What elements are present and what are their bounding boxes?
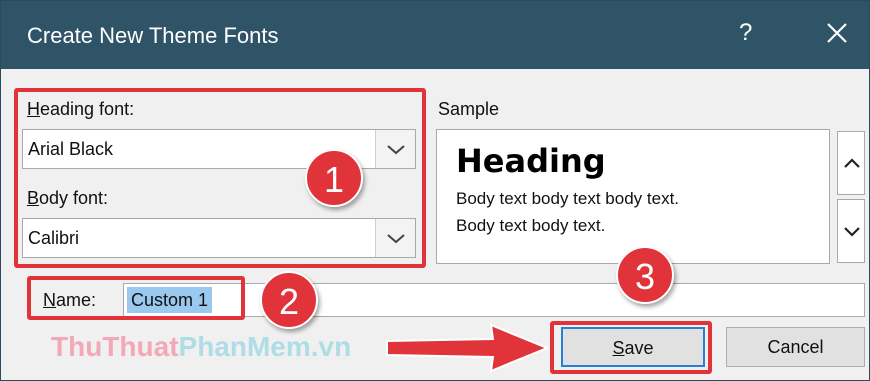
close-icon bbox=[827, 23, 847, 43]
chevron-down-icon bbox=[844, 227, 860, 237]
arrow-right-icon bbox=[386, 323, 550, 373]
fonts-highlight-box bbox=[14, 88, 426, 268]
dialog-title: Create New Theme Fonts bbox=[27, 23, 279, 48]
step-badge-3: 3 bbox=[616, 246, 674, 304]
step-badge-2: 2 bbox=[260, 271, 318, 329]
name-highlight-box bbox=[27, 276, 245, 320]
title-bar: Create New Theme Fonts ? bbox=[1, 1, 869, 69]
sample-label: Sample bbox=[438, 99, 500, 119]
save-highlight-box bbox=[550, 321, 712, 374]
close-button[interactable] bbox=[819, 15, 855, 51]
sample-scroll-up-button[interactable] bbox=[837, 131, 865, 195]
sample-scroll-down-button[interactable] bbox=[837, 199, 865, 263]
create-theme-fonts-dialog: Create New Theme Fonts ? Heading font: A… bbox=[0, 0, 870, 381]
step-badge-1: 1 bbox=[305, 149, 363, 207]
cancel-button[interactable]: Cancel bbox=[726, 327, 865, 367]
sample-preview: Heading Body text body text body text. B… bbox=[436, 129, 830, 264]
sample-body-line-1: Body text body text body text. bbox=[456, 189, 680, 208]
sample-body-line-2: Body text body text. bbox=[456, 216, 606, 235]
help-button[interactable]: ? bbox=[739, 19, 752, 47]
chevron-up-icon bbox=[844, 158, 860, 168]
sample-heading-text: Heading bbox=[456, 142, 606, 180]
watermark: ThuThuatPhanMem.vn bbox=[51, 331, 352, 362]
